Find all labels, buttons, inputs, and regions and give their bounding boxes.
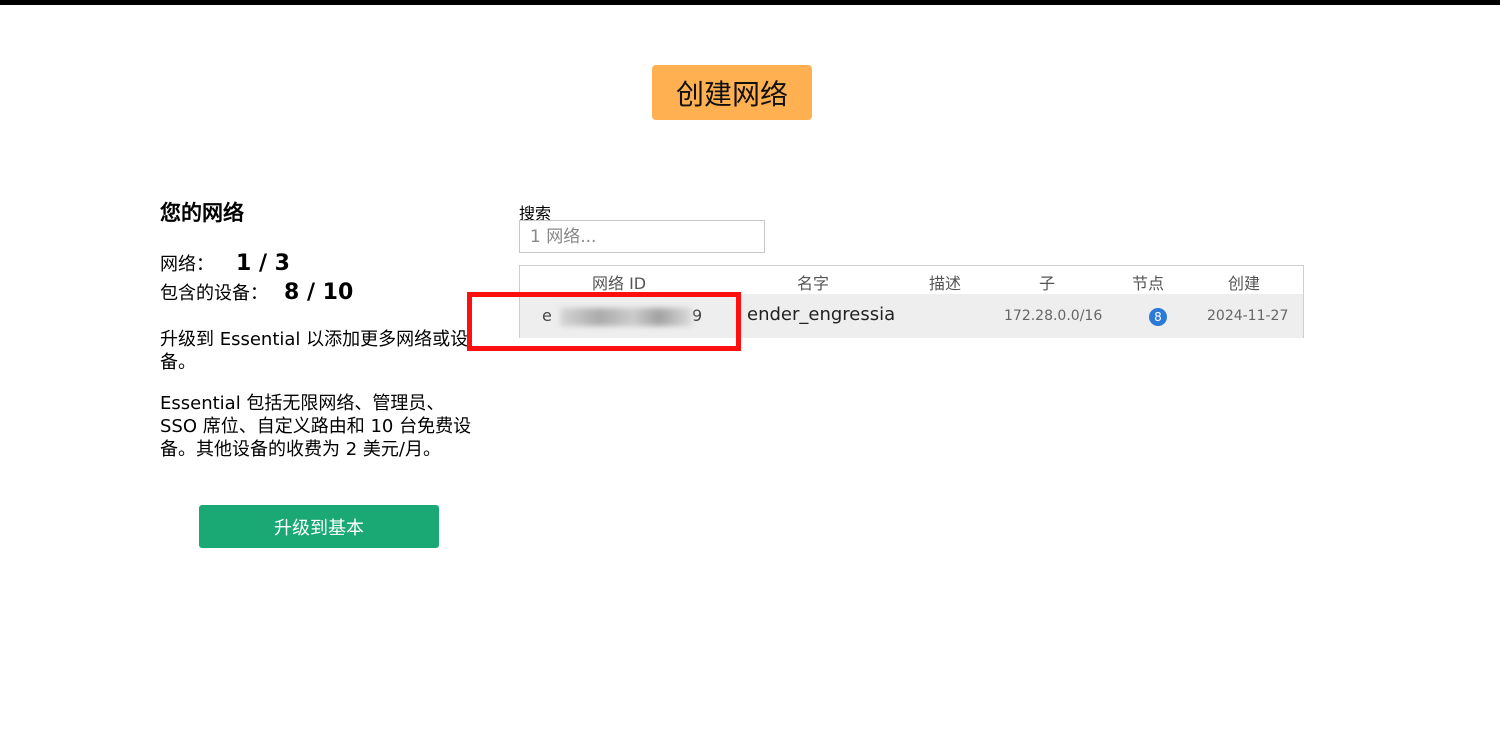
create-network-button[interactable]: 创建网络: [652, 65, 812, 120]
network-id-cell[interactable]: e9: [542, 306, 702, 325]
sidebar-title: 您的网络: [160, 201, 244, 225]
table-header: 网络 ID 名字 描述 子 节点 创建: [520, 266, 1303, 294]
upgrade-button[interactable]: 升级到基本: [199, 505, 439, 548]
network-name-cell: ender_engressia: [747, 304, 896, 325]
node-count-badge: 8: [1149, 308, 1167, 326]
column-header-description[interactable]: 描述: [929, 270, 961, 294]
sidebar: 您的网络 网络： 1 / 3 包含的设备： 8 / 10 升级到 Essenti…: [160, 198, 480, 461]
networks-label: 网络：: [160, 254, 214, 275]
top-bar: [0, 0, 1500, 5]
networks-table: 网络 ID 名字 描述 子 节点 创建 e9 ender_engressia 1…: [519, 265, 1304, 338]
network-id-visible: e: [542, 306, 552, 325]
column-header-nodes[interactable]: 节点: [1132, 270, 1164, 294]
subnet-cell: 172.28.0.0/16: [1004, 308, 1103, 324]
network-id-tail: 9: [692, 306, 703, 325]
column-header-network-id[interactable]: 网络 ID: [592, 270, 646, 294]
devices-stat: 包含的设备： 8 / 10: [160, 279, 480, 308]
created-date-cell: 2024-11-27: [1207, 308, 1289, 324]
column-header-created[interactable]: 创建: [1228, 270, 1260, 294]
devices-value: 8 / 10: [284, 280, 354, 305]
essential-description: Essential 包括无限网络、管理员、SSO 席位、自定义路由和 10 台免…: [160, 393, 472, 460]
devices-label: 包含的设备：: [160, 283, 268, 304]
page: 创建网络 您的网络 网络： 1 / 3 包含的设备： 8 / 10 升级到 Es…: [0, 0, 1500, 741]
upgrade-note: 升级到 Essential 以添加更多网络或设备。: [160, 329, 469, 373]
redaction-blur: [560, 308, 692, 326]
column-header-name[interactable]: 名字: [797, 270, 829, 294]
networks-stat: 网络： 1 / 3: [160, 250, 480, 279]
column-header-subnet[interactable]: 子: [1039, 270, 1055, 294]
networks-value: 1 / 3: [236, 251, 290, 276]
table-row[interactable]: e9 ender_engressia 172.28.0.0/16 8 2024-…: [520, 294, 1303, 338]
search-input[interactable]: [519, 220, 765, 253]
